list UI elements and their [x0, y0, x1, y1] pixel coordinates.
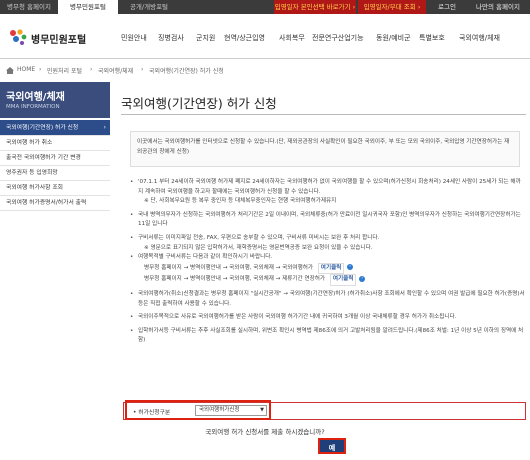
chevron-down-icon: ▼ — [260, 407, 264, 413]
sidebar-item-change-period[interactable]: 출국전 국외여행허가 기간 변경 — [0, 151, 110, 166]
site-header: 병무민원포털 민원안내 징병검사 군지원 현역/상근입영 사회복무 전문연구산업… — [0, 14, 530, 59]
logo-text[interactable]: 병무민원포털 — [31, 31, 86, 46]
sidebar-item-cancel[interactable]: 국외여행 허가 취소 — [0, 136, 110, 151]
doc-link-row: 병무청 홈페이지 → 병역이행안내 → 국외여행, 국외체재 → 제류기간 연장… — [130, 274, 525, 286]
home-icon — [6, 67, 14, 74]
sidebar-item-label: 국외여행(기간연장) 허가 신청 — [6, 125, 79, 131]
my-homepage-link[interactable]: 나만의 홈페이지 — [468, 0, 528, 14]
top-bar: 병무청 홈페이지 병무민원포털 공개/개방포털 입영일자 본인선택 바로가기 ›… — [0, 0, 530, 14]
sidebar-item-apply[interactable]: 국외여행(기간연장) 허가 신청 › — [0, 120, 110, 136]
click-here-link[interactable]: 여기클릭 — [329, 274, 357, 286]
breadcrumb-home[interactable]: HOME — [17, 66, 35, 73]
breadcrumb-overseas[interactable]: 국외여행/체재 — [98, 66, 133, 75]
nav-item-special[interactable]: 특별보호 — [419, 33, 445, 43]
chevron-right-icon: › — [103, 125, 106, 131]
doc-link-row: 병무청 홈페이지 → 병역이행안내 → 국외여행, 국외체재 → 국외여행허가 … — [130, 262, 525, 275]
info-icon: › — [347, 264, 354, 271]
application-type-label: • 허가신청구분 — [133, 410, 171, 416]
login-link[interactable]: 로그인 — [430, 0, 464, 14]
instruction-item: • 여행목적별 구비서류는 다음과 같이 확인하시기 바랍니다. — [130, 254, 273, 261]
instruction-note: ※ 영문으로 표기되지 않은 입학허가서, 재학증명서는 영문번역공증 보완 요… — [144, 244, 373, 251]
confirm-prompt: 국외여행 허가 신청서를 제출 하시겠습니까? — [205, 428, 325, 436]
instruction-item: • 국내 병역의무자가 신청하는 국외여행허가 처리기간은 2일 이내이며, 국외… — [130, 211, 521, 228]
tab-enlist-date-lookup[interactable]: 입영일자/부대 조회 › — [358, 0, 426, 14]
click-here-link[interactable]: 여기클릭 — [317, 262, 345, 275]
nav-item-exam[interactable]: 징병검사 — [158, 33, 184, 43]
nav-item-reserve[interactable]: 동원/예비군 — [376, 33, 411, 43]
title-divider — [121, 114, 526, 115]
nav-item-research[interactable]: 전문연구산업기능 — [312, 33, 364, 43]
breadcrumb-sep: › — [90, 66, 93, 73]
select-value: 국외여행허가신청 — [199, 407, 240, 413]
tab-civil-portal[interactable]: 병무민원포털 — [58, 0, 118, 14]
application-type-select[interactable]: 국외여행허가신청 ▼ — [195, 405, 267, 416]
tab-enlist-date-select[interactable]: 입영일자 본인선택 바로가기 › — [274, 0, 356, 14]
info-icon: › — [359, 275, 366, 282]
breadcrumb-sep: › — [141, 66, 144, 73]
breadcrumb-portal[interactable]: 민원처리 포털 — [47, 66, 82, 75]
sidebar-item-print[interactable]: 국외여행 허가증명서/허가서 출력 — [0, 196, 110, 211]
breadcrumb: HOME › 민원처리 포털 › 국외여행/체재 › 국외여행(기간연장) 허가… — [0, 64, 530, 78]
tab-open-portal[interactable]: 공개/개방포털 — [118, 0, 180, 14]
sidebar-item-lookup[interactable]: 국외여행 허가사항 조회 — [0, 181, 110, 196]
breadcrumb-sep: › — [39, 66, 42, 73]
tab-mma-home[interactable]: 병무청 홈페이지 — [0, 0, 58, 14]
nav-item-overseas[interactable]: 국외여행/체재 — [459, 33, 500, 43]
nav-item-military[interactable]: 군지원 — [196, 33, 215, 43]
instruction-item: • 입학허가서등 구비서류는 추후 사실조회를 실시하며, 위변조 확인시 병역법… — [130, 327, 524, 344]
yes-button[interactable]: 예 — [318, 438, 346, 454]
instructions: • '07.1.1 부터 24세이하 국외여행 허가제 폐지로 24세이하자는 국… — [130, 178, 525, 346]
sidebar-item-permanent-resident[interactable]: 영주권자 등 입영희망 — [0, 166, 110, 181]
nav-item-social-service[interactable]: 사회복무 — [279, 33, 305, 43]
intro-notice: 이곳에서는 국외여행허가를 인터넷으로 신청할 수 있습니다.(단, 재외공관장… — [130, 131, 520, 167]
instruction-note: ※ 단, 사회복무요원 등 복무 중인자 등 대체복무중인자는 현행 국외여행허… — [144, 198, 337, 205]
nav-item-guide[interactable]: 민원안내 — [121, 33, 147, 43]
instruction-item: • 구비서류는 이미지파일 전송, FAX, 우편으로 송부할 수 있으며, 구비… — [130, 234, 380, 241]
instruction-item: • 국외이주목적으로 사유로 국외여행허가를 받은 사람이 국외여행 허가기간 내… — [130, 314, 457, 321]
mma-logo-icon[interactable] — [8, 28, 28, 46]
instruction-item: • '07.1.1 부터 24세이하 국외여행 허가제 폐지로 24세이하자는 국… — [130, 179, 521, 195]
sidebar-title-box: 국외여행/체재 MMA INFORMATION — [0, 82, 110, 118]
sidebar-subtitle: MMA INFORMATION — [6, 104, 60, 110]
page-title: 국외여행(기간연장) 허가 신청 — [121, 96, 277, 111]
breadcrumb-current: 국외여행(기간연장) 허가 신청 — [149, 68, 224, 75]
instruction-item: • 국외여행허가(취소)신청결과는 병무청 홈페이지 "실시간공개" → 국외여행… — [130, 290, 525, 307]
nav-item-active-duty[interactable]: 현역/상근입영 — [224, 33, 265, 43]
sidebar-title: 국외여행/체재 — [6, 92, 65, 103]
